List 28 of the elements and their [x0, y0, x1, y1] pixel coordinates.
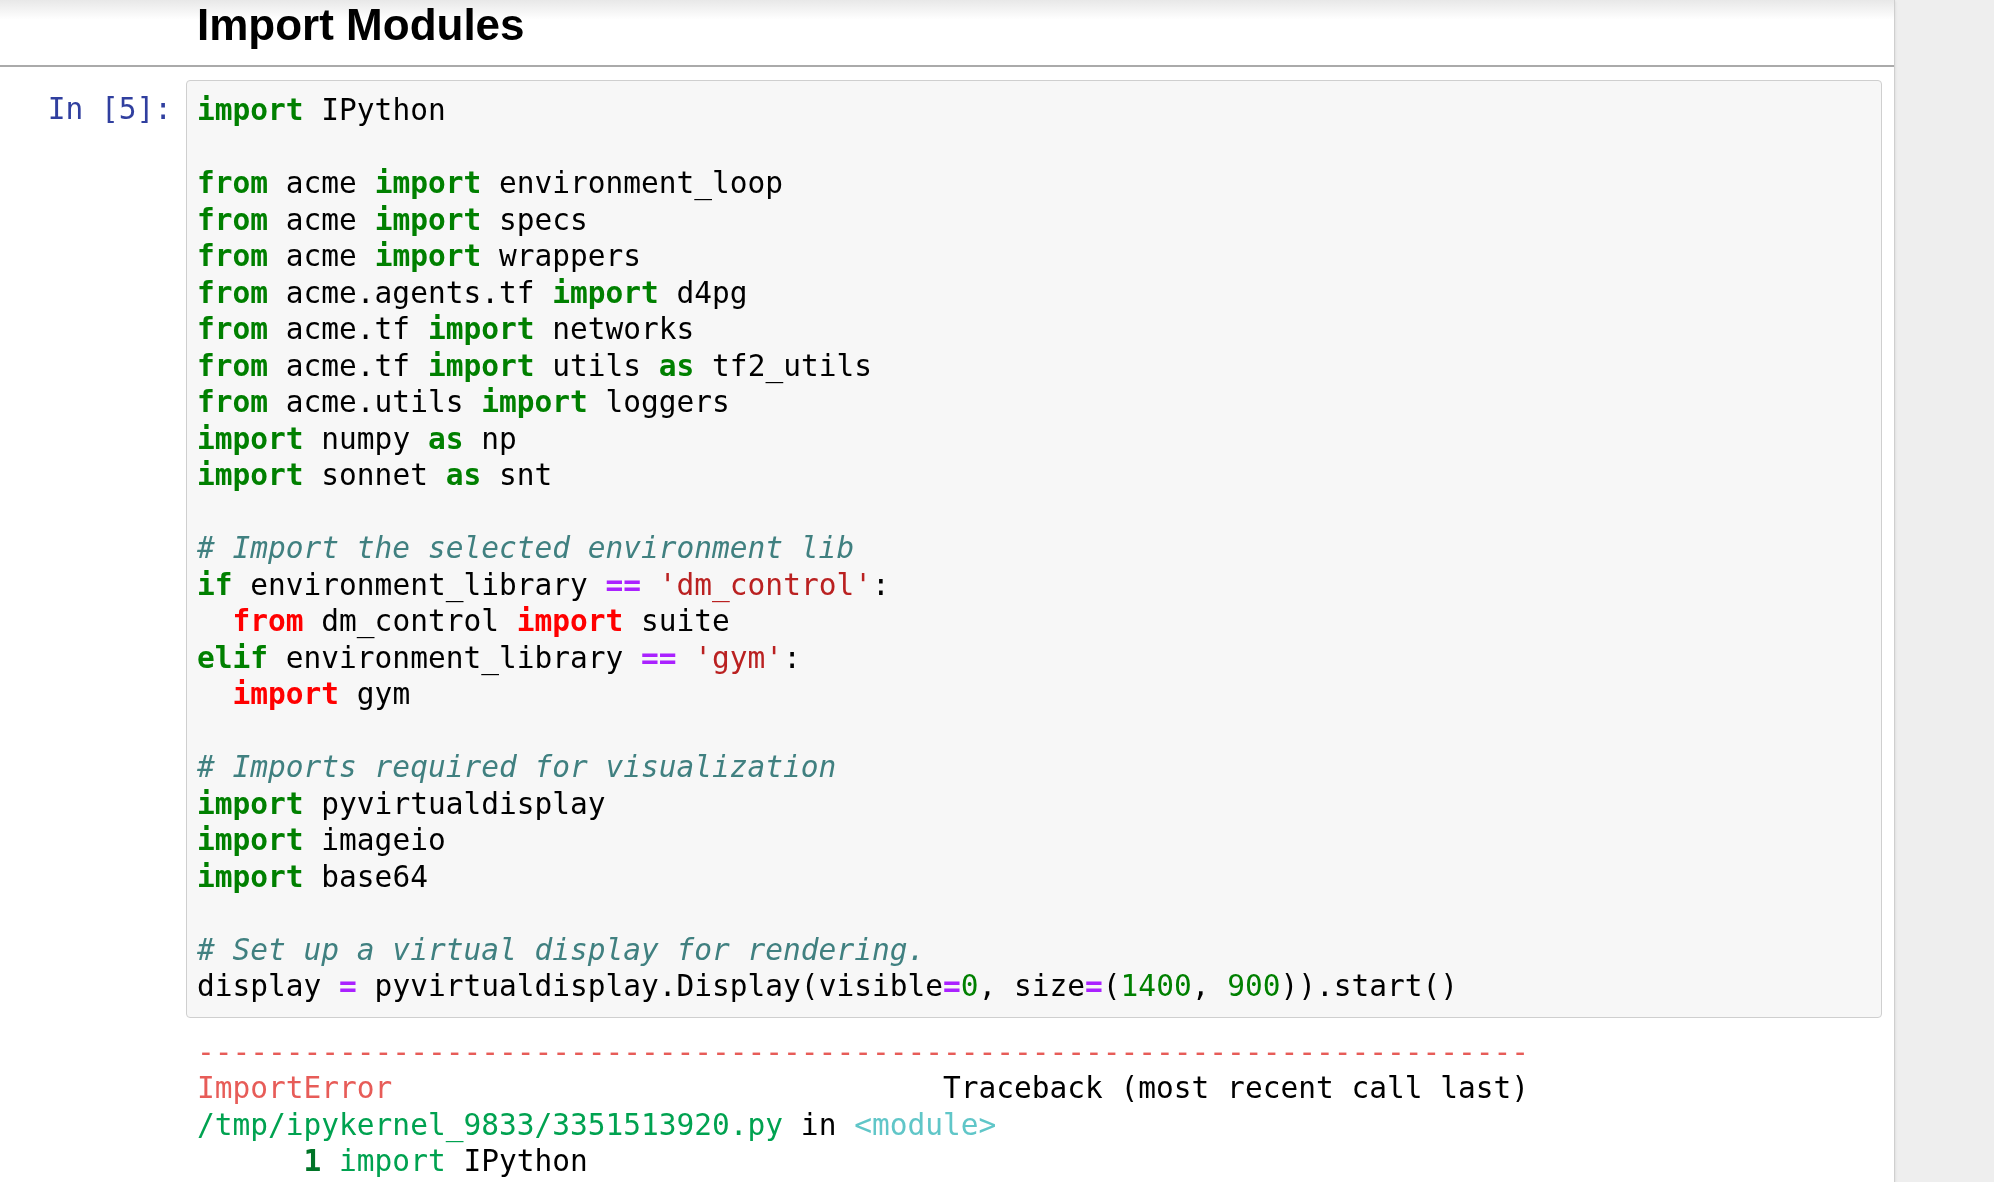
code-comment: # Imports required for visualization — [197, 749, 837, 786]
traceback-line: /tmp/ipykernel_9833/3351513920.py in <module> — [197, 1106, 997, 1143]
code-line: from acme.tf import utils as tf2_utils — [197, 347, 872, 384]
code-line: from acme.agents.tf import d4pg — [197, 274, 748, 311]
code-line: import sonnet as snt — [197, 457, 553, 494]
code-line: elif environment_library == 'gym': — [197, 639, 801, 676]
code-line: import numpy as np — [197, 420, 517, 457]
code-cell-input[interactable] — [186, 80, 1882, 1018]
code-comment: # Import the selected environment lib — [197, 530, 855, 567]
code-line: import imageio — [197, 822, 446, 859]
code-line: import IPython — [197, 92, 446, 129]
code-line: if environment_library == 'dm_control': — [197, 566, 890, 603]
code-line: from acme.utils import loggers — [197, 384, 730, 421]
traceback-line: ImportError Traceback (most recent call last) — [197, 1070, 1530, 1107]
code-line: from acme import specs — [197, 201, 588, 238]
code-line: display = pyvirtualdisplay.Display(visible=0, size=(1400, 900)).start() — [197, 968, 1459, 1005]
code-line: import gym — [231, 676, 411, 713]
traceback-line: 1 import IPython — [302, 1143, 588, 1180]
code-line: from acme.tf import networks — [197, 311, 695, 348]
section-heading: Import Modules — [197, 0, 525, 51]
input-prompt: In [5]: — [47, 91, 172, 128]
code-line: from dm_control import suite — [231, 603, 730, 640]
code-line: import base64 — [197, 858, 428, 895]
code-line: from acme import environment_loop — [197, 165, 784, 202]
code-line: from acme import wrappers — [197, 238, 642, 275]
code-line: import pyvirtualdisplay — [197, 785, 606, 822]
code-comment: # Set up a virtual display for rendering. — [197, 931, 926, 968]
traceback-line: --------------------------------------------------------------------------- — [197, 1033, 1530, 1070]
